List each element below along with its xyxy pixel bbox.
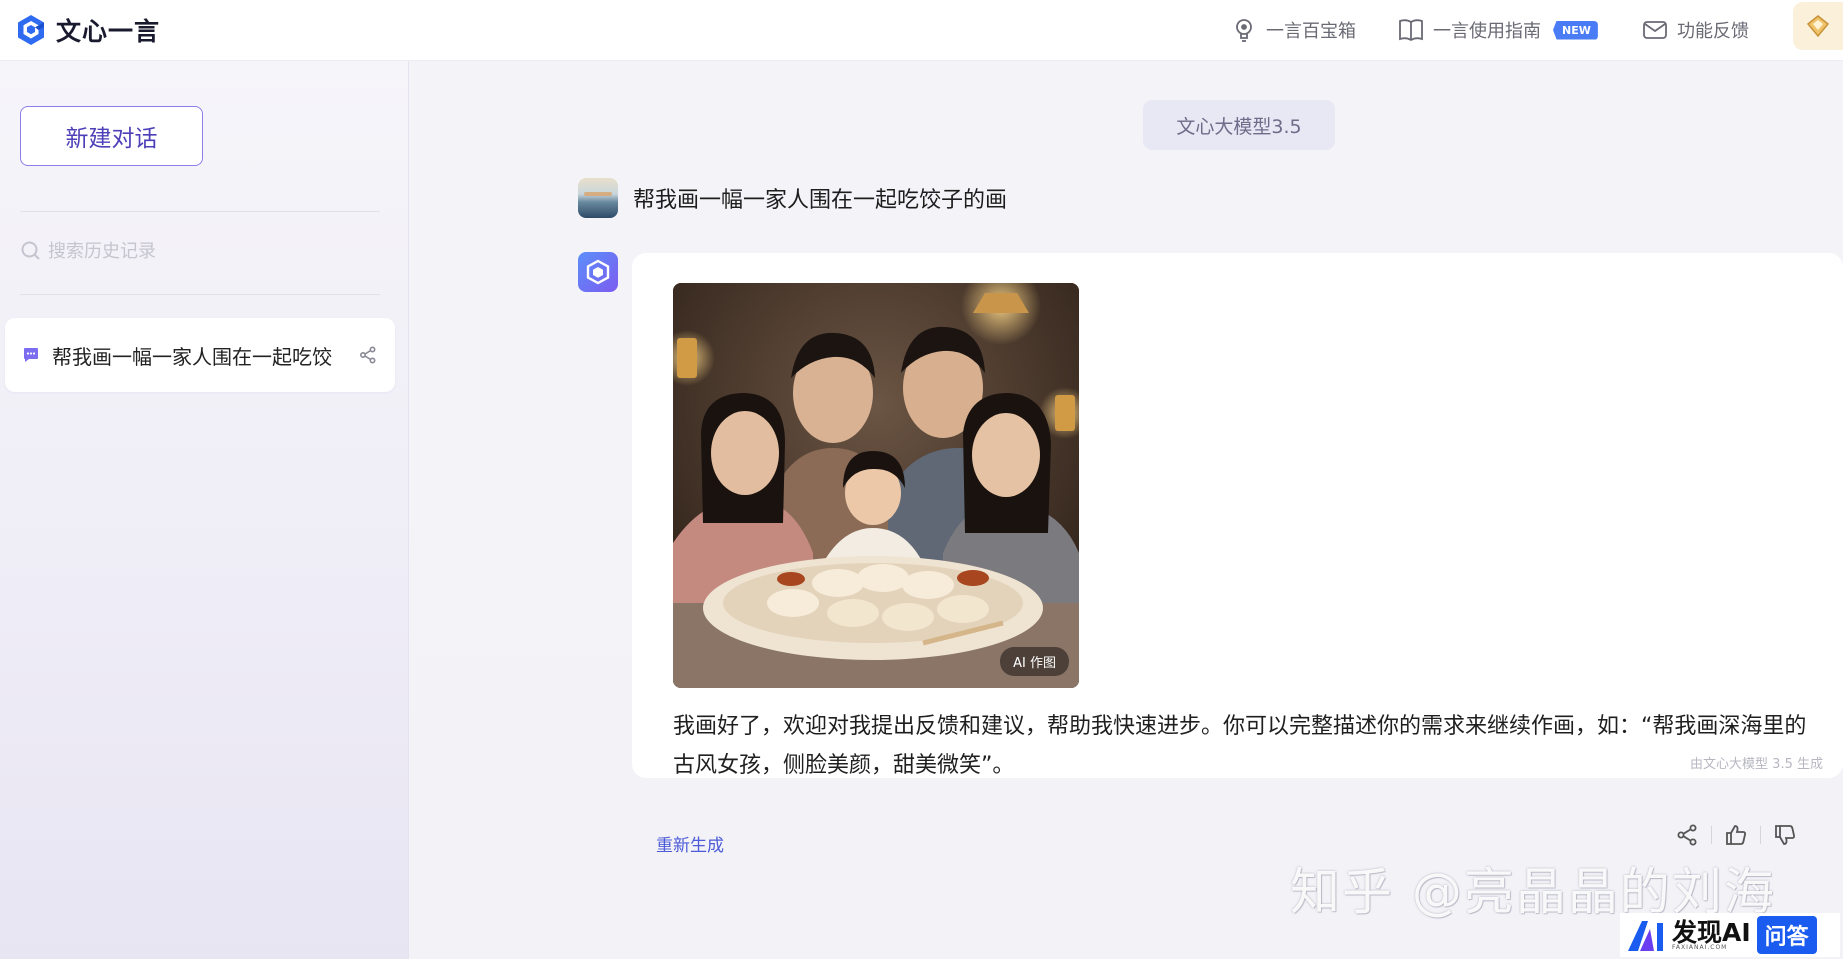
history-title: 帮我画一幅一家人围在一起吃饺 (52, 344, 332, 369)
thumbs-down-icon[interactable] (1773, 823, 1797, 847)
thumbs-up-icon[interactable] (1724, 823, 1748, 847)
brand-text: 发现AI (1672, 917, 1751, 947)
search-input[interactable] (48, 240, 348, 262)
nav-label: 一言使用指南 (1433, 21, 1541, 42)
app-name: 文心一言 (56, 17, 161, 46)
answer-actions (1675, 823, 1797, 847)
nav-guide[interactable]: 一言使用指南 NEW (1397, 11, 1598, 49)
bot-avatar (578, 252, 618, 292)
generated-image[interactable]: AI 作图 (673, 283, 1079, 688)
wenxin-bot-icon (586, 259, 610, 285)
nav-feedback[interactable]: 功能反馈 (1641, 11, 1749, 49)
sidebar: 新建对话 帮我画一幅一家人围在一起吃饺 (0, 61, 409, 959)
divider (1711, 826, 1712, 844)
new-badge: NEW (1553, 20, 1598, 40)
family-dumplings-illustration (673, 283, 1079, 688)
faxianai-brand: 发现AI FAXIANAI.COM (1672, 920, 1751, 951)
chat-icon (24, 348, 38, 362)
history-search[interactable] (20, 231, 380, 271)
lightbulb-icon (1236, 19, 1252, 42)
book-icon (1399, 19, 1423, 42)
divider (20, 294, 380, 295)
nav-baibaoxiang[interactable]: 一言百宝箱 (1230, 11, 1356, 49)
history-item[interactable]: 帮我画一幅一家人围在一起吃饺 (5, 318, 395, 392)
divider (20, 211, 380, 212)
app-logo[interactable]: 文心一言 (14, 8, 160, 52)
top-bar: 文心一言 一言百宝箱 一言使用指南 NEW 功能反馈 (0, 0, 1843, 61)
nav-label: 一言百宝箱 (1266, 21, 1356, 42)
diamond-icon (1806, 15, 1830, 38)
vip-button[interactable] (1793, 2, 1843, 50)
faxianai-logo-icon (1628, 921, 1663, 951)
generated-by-note: 由文心大模型 3.5 生成 (1690, 757, 1823, 772)
faxianai-watermark: 发现AI FAXIANAI.COM 问答 (1620, 913, 1840, 957)
regenerate-button[interactable]: 重新生成 (656, 831, 724, 856)
user-message-text: 帮我画一幅一家人围在一起吃饺子的画 (633, 188, 1008, 213)
mail-icon (1643, 21, 1667, 39)
divider (1760, 826, 1761, 844)
user-avatar (578, 178, 618, 218)
model-selector[interactable]: 文心大模型3.5 (1143, 100, 1335, 150)
ask-label: 问答 (1756, 916, 1817, 954)
answer-card: AI 作图 我画好了，欢迎对我提出反馈和建议，帮助我快速进步。你可以完整描述你的… (632, 253, 1843, 778)
answer-text: 我画好了，欢迎对我提出反馈和建议，帮助我快速进步。你可以完整描述你的需求来继续作… (673, 714, 1807, 778)
search-icon (21, 241, 40, 260)
wenxin-logo-icon (18, 15, 44, 45)
chat-area: 文心大模型3.5 帮我画一幅一家人围在一起吃饺子的画 AI 作图 我画好了，欢迎… (410, 61, 1843, 959)
ai-image-tag: AI 作图 (1000, 647, 1069, 676)
nav-label: 功能反馈 (1677, 21, 1749, 42)
user-message: 帮我画一幅一家人围在一起吃饺子的画 (578, 177, 1007, 219)
share-icon[interactable] (359, 346, 377, 364)
new-chat-button[interactable]: 新建对话 (20, 106, 203, 166)
share-icon[interactable] (1675, 823, 1699, 847)
